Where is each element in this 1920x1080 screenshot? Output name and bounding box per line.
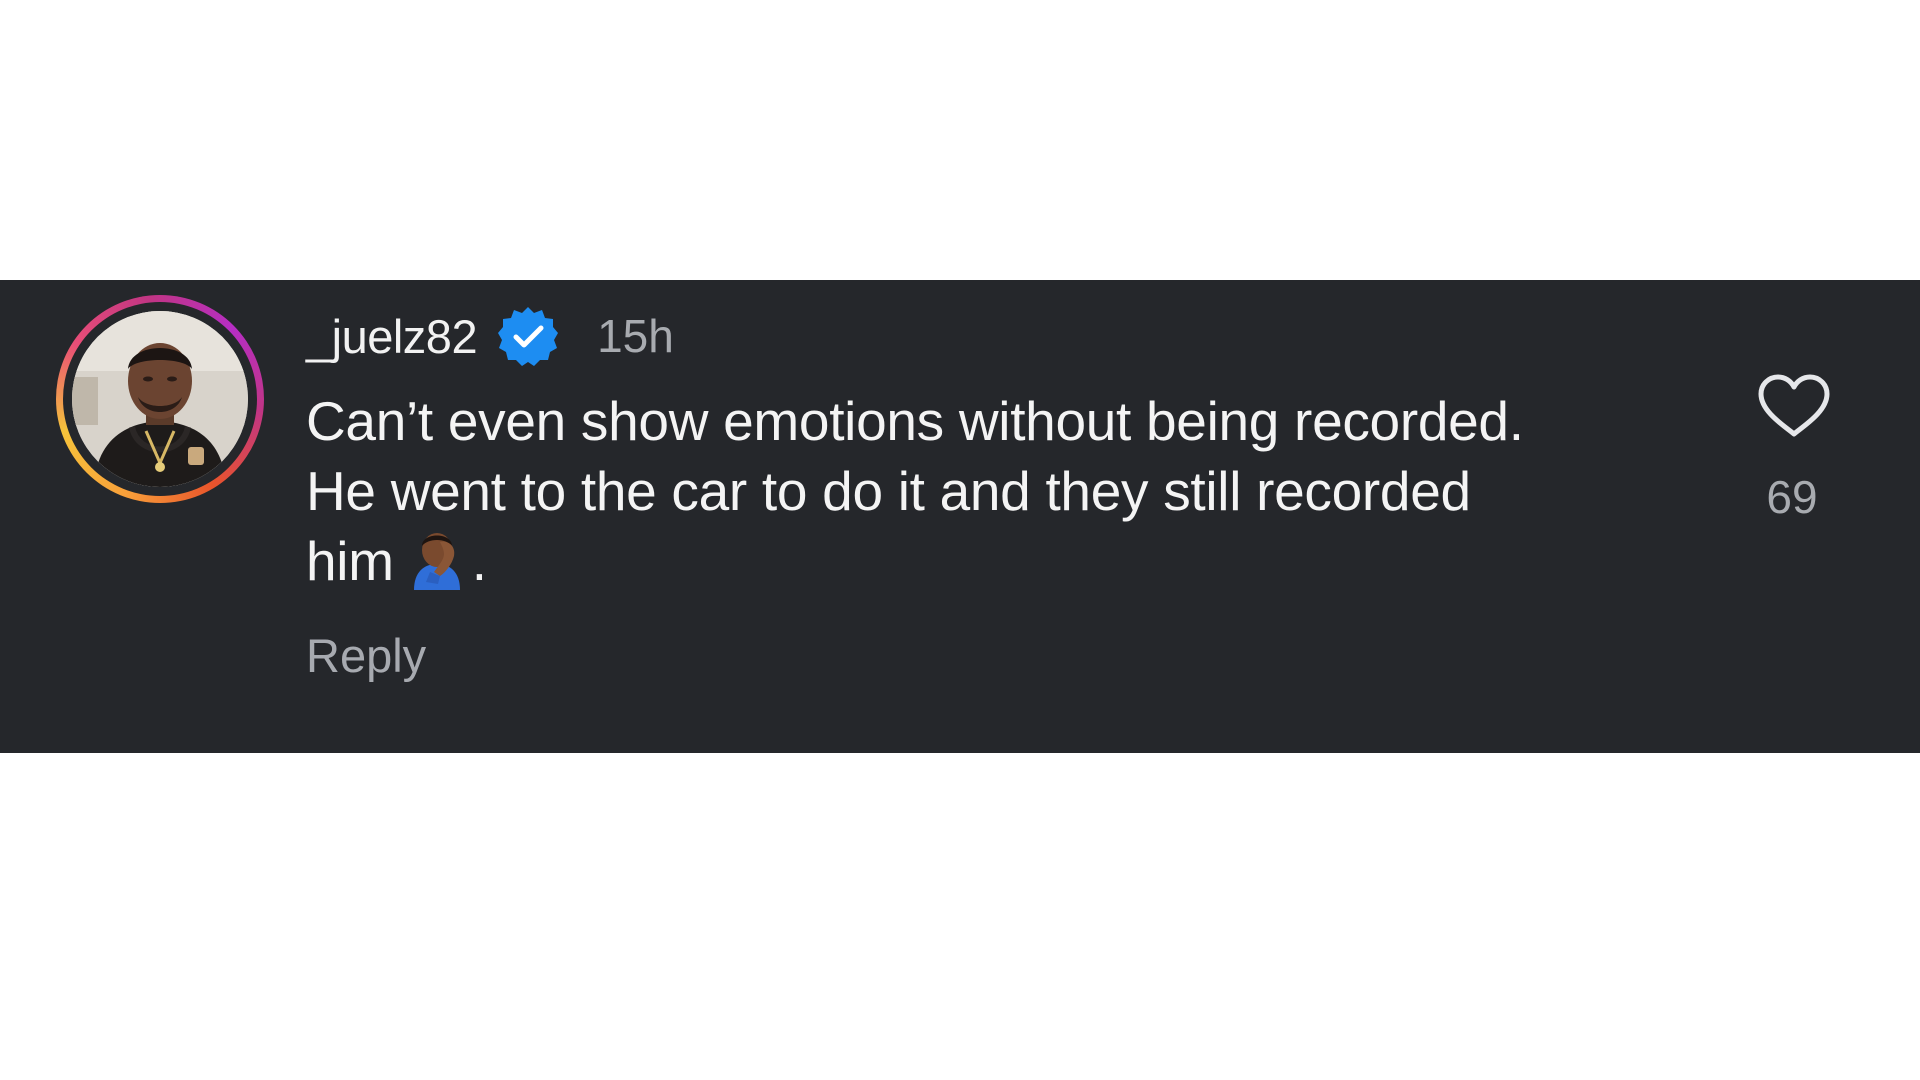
story-ring[interactable] [56, 295, 264, 503]
comment-period: . [471, 530, 487, 592]
comment-panel: _juelz82 15h Can’t even show emotions wi… [0, 280, 1920, 753]
comment-line-3: him . [306, 526, 1686, 596]
heart-outline-icon[interactable] [1756, 372, 1832, 440]
comment-line-2: He went to the car to do it and they sti… [306, 460, 1471, 522]
avatar[interactable] [72, 311, 248, 487]
avatar-image [72, 311, 248, 487]
comment-line-3-text: him [306, 530, 394, 592]
username-link[interactable]: _juelz82 [306, 309, 478, 364]
comment-line-1: Can’t even show emotions without being r… [306, 390, 1524, 452]
comment-text: Can’t even show emotions without being r… [306, 386, 1686, 596]
man-facepalming-emoji [413, 533, 460, 590]
reply-button[interactable]: Reply [306, 628, 426, 683]
comment-header: _juelz82 15h [306, 306, 674, 366]
like-count: 69 [1766, 471, 1818, 523]
verified-badge-icon [498, 307, 559, 366]
comment-timestamp: 15h [597, 310, 674, 362]
